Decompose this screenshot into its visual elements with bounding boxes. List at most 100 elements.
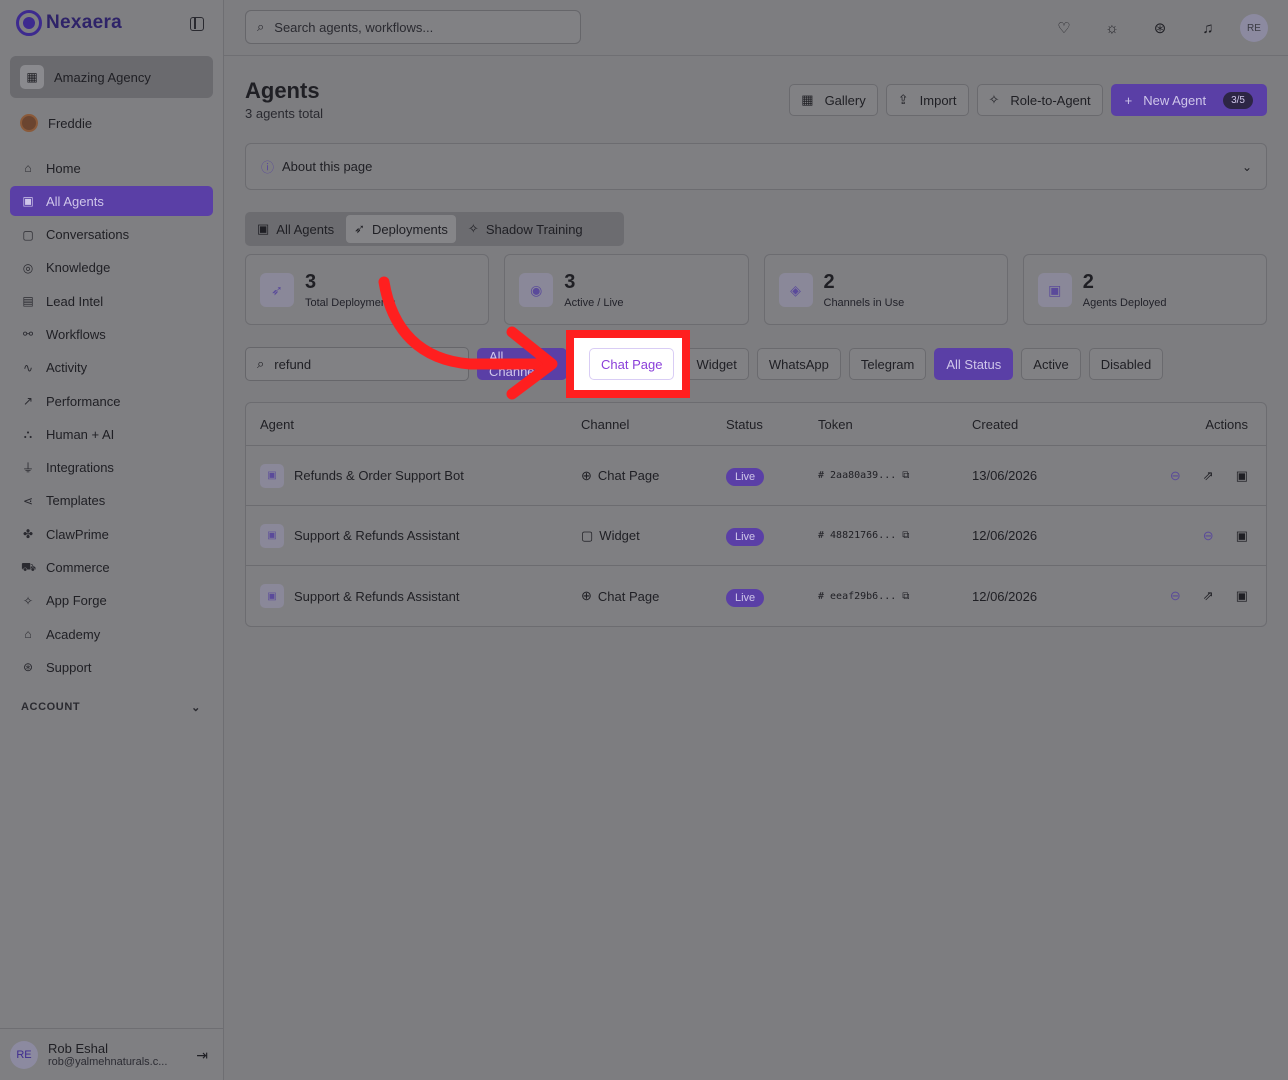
chevron-down-icon: ⌄ — [1241, 159, 1252, 174]
status-badge: Live — [726, 528, 765, 546]
sidebar-item-templates[interactable]: ⋖ Templates — [10, 486, 213, 516]
sidebar-item-human-ai[interactable]: ⛬ Human + AI — [10, 419, 213, 449]
filter-all-status[interactable]: All Status — [934, 348, 1014, 380]
agent-quota-badge: 3/5 — [1223, 91, 1253, 109]
stats-row: ➶ 3 Total Deployments ◉ 3 Active / Live ◈ 2 Ch… — [245, 254, 1267, 325]
plug-icon: ⏚ — [21, 461, 34, 476]
gallery-button[interactable]: ▦ Gallery — [789, 84, 878, 116]
copy-icon[interactable]: ⧉ — [902, 530, 909, 541]
bell-icon[interactable]: ♫ — [1198, 18, 1218, 38]
workspace-switcher[interactable]: ▦ Amazing Agency — [10, 56, 213, 98]
filter-widget[interactable]: Widget — [684, 348, 749, 380]
sidebar-item-commerce[interactable]: ⛟ Commerce — [10, 553, 213, 583]
deployment-search-input[interactable]: ⌕ refund — [245, 347, 469, 381]
toggle-icon[interactable]: ⊖ — [1170, 468, 1181, 484]
sparkle-icon: ✧ — [988, 92, 1000, 107]
sidebar-nav: ⌂ Home ▣ All Agents ▢ Conversations ◎ Knowle… — [10, 153, 213, 686]
logout-icon[interactable]: ⇥ — [196, 1047, 208, 1064]
sidebar-item-all-agents[interactable]: ▣ All Agents — [10, 186, 213, 217]
grid-icon: ▦ — [801, 92, 814, 107]
role-to-agent-button[interactable]: ✧ Role-to-Agent — [976, 84, 1103, 116]
heart-icon[interactable]: ♡ — [1054, 18, 1074, 38]
bot-icon: ▣ — [260, 584, 284, 608]
user-avatar-menu[interactable]: RE — [1240, 14, 1268, 42]
page-title: Agents — [245, 78, 320, 103]
copy-icon[interactable]: ⧉ — [902, 591, 909, 602]
search-placeholder: Search agents, workflows... — [274, 19, 434, 35]
sidebar-item-activity[interactable]: ∿ Activity — [10, 353, 213, 383]
brand-logo[interactable]: Nexaera — [16, 10, 122, 36]
toggle-icon[interactable]: ⊖ — [1170, 588, 1181, 604]
external-link-icon[interactable]: ⇗ — [1203, 588, 1214, 604]
footer-avatar: RE — [10, 1040, 38, 1069]
paw-icon: ✤ — [22, 527, 34, 542]
status-badge: Live — [726, 468, 765, 486]
broadcast-icon: ◉ — [519, 273, 554, 307]
filter-active[interactable]: Active — [1021, 348, 1081, 380]
bot-icon[interactable]: ▣ — [1236, 588, 1248, 604]
sidebar-item-lead-intel[interactable]: ▤ Lead Intel — [10, 286, 213, 316]
agents-tabs: ▣ All Agents ➶ Deployments ✧ Shadow Trainin… — [245, 212, 624, 246]
workspace-name: Amazing Agency — [54, 69, 151, 85]
hash-icon: # — [818, 590, 825, 602]
filter-all-channels[interactable]: All Channels — [477, 348, 567, 380]
sidebar-item-knowledge[interactable]: ◎ Knowledge — [10, 253, 213, 283]
footer-user[interactable]: RE Rob Eshal rob@yalmehnaturals.c... ⇥ — [0, 1028, 224, 1080]
hash-icon: # — [818, 530, 825, 541]
bot-icon[interactable]: ▣ — [1236, 468, 1248, 484]
table-row[interactable]: ▣ Refunds & Order Support Bot ⊕ Chat Page … — [246, 446, 1266, 506]
tab-all-agents[interactable]: ▣ All Agents — [249, 215, 342, 243]
building-icon: ▦ — [20, 65, 44, 89]
sidebar-item-clawprime[interactable]: ✤ ClawPrime — [10, 519, 213, 549]
rocket-icon: ➶ — [260, 273, 294, 307]
new-agent-button[interactable]: + New Agent 3/5 — [1110, 84, 1267, 116]
chat-icon: ▢ — [22, 227, 34, 242]
stat-card: ◈ 2 Channels in Use — [763, 254, 1008, 325]
sidebar-item-integrations[interactable]: ⏚ Integrations — [10, 453, 213, 483]
network-icon: ⛬ — [23, 426, 33, 441]
upload-icon: ⇪ — [897, 92, 909, 107]
lifebuoy-icon: ⊛ — [22, 660, 34, 675]
rocket-icon: ➶ — [354, 221, 366, 236]
filter-chat-page[interactable]: Chat Page — [589, 348, 675, 380]
table-row[interactable]: ▣ Support & Refunds Assistant ⊕ Chat Page … — [246, 566, 1266, 626]
chevron-down-icon: ⌄ — [191, 702, 201, 714]
filter-disabled[interactable]: Disabled — [1088, 348, 1164, 380]
sidebar-item-home[interactable]: ⌂ Home — [10, 153, 213, 183]
toggle-icon[interactable]: ⊖ — [1203, 528, 1214, 544]
import-button[interactable]: ⇪ Import — [885, 84, 969, 116]
stat-card: ➶ 3 Total Deployments — [245, 254, 490, 325]
table-header: Agent Channel Status Token Created Actio… — [246, 403, 1266, 446]
sidebar-collapse-icon[interactable] — [190, 17, 204, 31]
external-link-icon[interactable]: ⇗ — [1203, 468, 1214, 484]
global-search-input[interactable]: ⌕ Search agents, workflows... — [245, 10, 581, 44]
lifebuoy-icon[interactable]: ⊛ — [1150, 18, 1170, 38]
sidebar-item-conversations[interactable]: ▢ Conversations — [10, 220, 213, 250]
copy-icon[interactable]: ⧉ — [902, 470, 909, 481]
chat-icon: ▢ — [581, 527, 594, 543]
filter-whatsapp[interactable]: WhatsApp — [756, 348, 841, 380]
bot-icon[interactable]: ▣ — [1236, 528, 1248, 544]
sun-icon[interactable]: ☼ — [1102, 18, 1122, 38]
filter-telegram[interactable]: Telegram — [848, 348, 927, 380]
sidebar-item-app-forge[interactable]: ✧ App Forge — [10, 586, 213, 616]
sidebar-item-support[interactable]: ⊛ Support — [10, 652, 213, 682]
stat-card: ◉ 3 Active / Live — [504, 254, 749, 325]
sidebar-item-workflows[interactable]: ⚯ Workflows — [10, 319, 213, 349]
sidebar-item-academy[interactable]: ⌂ Academy — [10, 619, 213, 649]
hash-icon: # — [818, 470, 825, 481]
layers-icon: ◈ — [778, 273, 813, 307]
tab-deployments[interactable]: ➶ Deployments — [346, 215, 456, 243]
account-section-toggle[interactable]: ACCOUNT ⌄ — [21, 701, 201, 714]
sidebar-item-performance[interactable]: ↗ Performance — [10, 386, 213, 416]
current-user[interactable]: Freddie — [20, 114, 92, 132]
tab-shadow-training[interactable]: ✧ Shadow Training — [460, 215, 591, 243]
about-page-accordion[interactable]: ⓘ About this page ⌄ — [245, 143, 1267, 190]
home-icon: ⌂ — [24, 161, 32, 175]
graduation-icon: ⌂ — [24, 627, 32, 642]
search-icon: ⌕ — [257, 19, 265, 34]
status-badge: Live — [726, 588, 765, 607]
footer-user-name: Rob Eshal — [48, 1041, 108, 1056]
table-row[interactable]: ▣ Support & Refunds Assistant ▢ Widget Liv… — [246, 506, 1266, 566]
share-icon: ⋖ — [22, 493, 34, 508]
